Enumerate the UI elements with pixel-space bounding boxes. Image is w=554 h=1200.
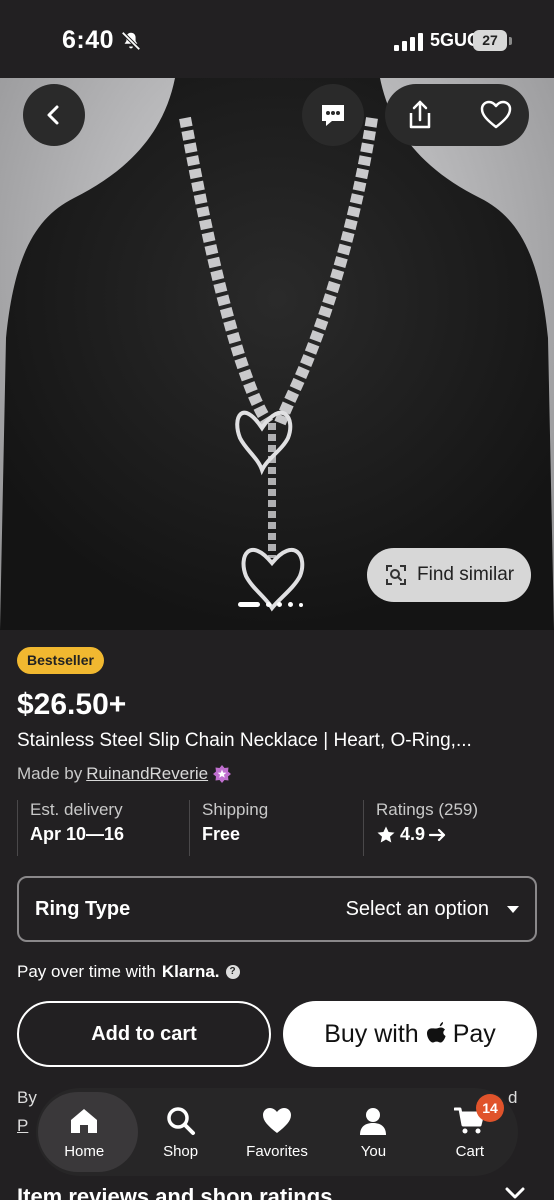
terms-link-partial[interactable]: P — [17, 1116, 28, 1136]
message-seller-button[interactable] — [302, 84, 364, 146]
share-icon[interactable] — [403, 98, 437, 132]
chevron-down-icon — [505, 1187, 525, 1199]
tab-cart[interactable]: Cart 14 — [422, 1088, 518, 1176]
status-bar: 6:40 5GUC 27 — [0, 0, 554, 78]
bottom-tab-bar: Home Shop Favorites You Cart 14 — [36, 1088, 518, 1176]
carousel-indicator — [238, 602, 303, 607]
find-similar-label: Find similar — [417, 564, 515, 585]
bell-off-icon — [121, 31, 141, 51]
visual-search-icon — [386, 565, 406, 585]
carousel-dot — [277, 602, 282, 607]
help-icon[interactable]: ? — [225, 965, 240, 979]
buy-with-label: Buy with — [324, 1019, 419, 1048]
tab-label: You — [360, 1142, 387, 1160]
info-row: Est. delivery Apr 10—16 Shipping Free Ra… — [17, 800, 537, 856]
favorite-heart-icon[interactable] — [479, 98, 513, 132]
klarna-info[interactable]: Pay over time with Klarna. ? — [17, 962, 240, 982]
product-title: Stainless Steel Slip Chain Necklace | He… — [17, 730, 472, 751]
carousel-dot — [288, 602, 293, 607]
search-icon — [166, 1106, 195, 1135]
tab-favorites[interactable]: Favorites — [229, 1088, 325, 1176]
ratings-value: 4.9 — [400, 824, 426, 844]
tab-label: Home — [64, 1142, 105, 1160]
klarna-text: Pay over time with — [17, 962, 156, 981]
shipping-label: Shipping — [202, 800, 269, 819]
tab-label: Cart — [455, 1142, 484, 1160]
ring-type-select[interactable]: Ring Type Select an option — [17, 876, 537, 942]
ratings[interactable]: Ratings (259) 4.9 — [363, 800, 537, 856]
product-image[interactable]: Find similar — [0, 78, 554, 630]
ratings-value-row: 4.9 — [376, 824, 537, 845]
signal-icon — [394, 33, 423, 51]
arrow-right-icon — [429, 828, 446, 841]
cart-count-badge: 14 — [476, 1094, 505, 1122]
status-time: 6:40 — [62, 26, 115, 54]
tab-label: Favorites — [246, 1142, 308, 1160]
apple-pay-button[interactable]: Buy with Pay — [283, 1001, 537, 1067]
apple-logo-icon — [426, 1022, 446, 1043]
carousel-dot — [266, 602, 271, 607]
made-by: Made by RuinandReverie — [17, 764, 232, 784]
chat-icon — [322, 105, 344, 126]
tab-shop[interactable]: Shop — [132, 1088, 228, 1176]
back-button[interactable] — [23, 84, 85, 146]
reviews-heading[interactable]: Item reviews and shop ratings — [17, 1184, 332, 1200]
home-icon — [71, 1108, 98, 1133]
klarna-logo: Klarna. — [161, 962, 220, 981]
made-by-prefix: Made by — [17, 764, 83, 783]
est-delivery[interactable]: Est. delivery Apr 10—16 — [17, 800, 189, 856]
star-seller-icon — [213, 765, 232, 783]
product-price: $26.50+ — [17, 688, 127, 721]
caret-down-icon — [507, 905, 519, 913]
find-similar-button[interactable]: Find similar — [367, 548, 531, 602]
shipping[interactable]: Shipping Free — [189, 800, 363, 856]
chevron-left-icon — [47, 105, 59, 125]
terms-text-partial: By — [17, 1088, 37, 1107]
delivery-value: Apr 10—16 — [30, 824, 125, 844]
carousel-dot — [238, 602, 260, 607]
heart-icon — [263, 1107, 292, 1133]
ring-type-value: Select an option — [345, 897, 489, 920]
delivery-label: Est. delivery — [30, 800, 123, 819]
add-to-cart-button[interactable]: Add to cart — [17, 1001, 271, 1067]
tab-you[interactable]: You — [325, 1088, 421, 1176]
pay-label: Pay — [452, 1019, 496, 1048]
shipping-value: Free — [202, 824, 241, 844]
person-icon — [360, 1107, 387, 1135]
shop-name-link[interactable]: RuinandReverie — [86, 764, 208, 784]
ratings-label: Ratings (259) — [376, 800, 479, 819]
battery-indicator: 27 — [473, 30, 507, 51]
share-favorite-group — [385, 84, 529, 146]
tab-home[interactable]: Home — [36, 1088, 139, 1176]
battery-tip — [509, 37, 512, 45]
carousel-dot — [299, 602, 303, 607]
tab-label: Shop — [163, 1142, 199, 1160]
ring-type-label: Ring Type — [35, 897, 131, 920]
bestseller-badge: Bestseller — [17, 647, 104, 674]
star-icon — [377, 826, 395, 842]
